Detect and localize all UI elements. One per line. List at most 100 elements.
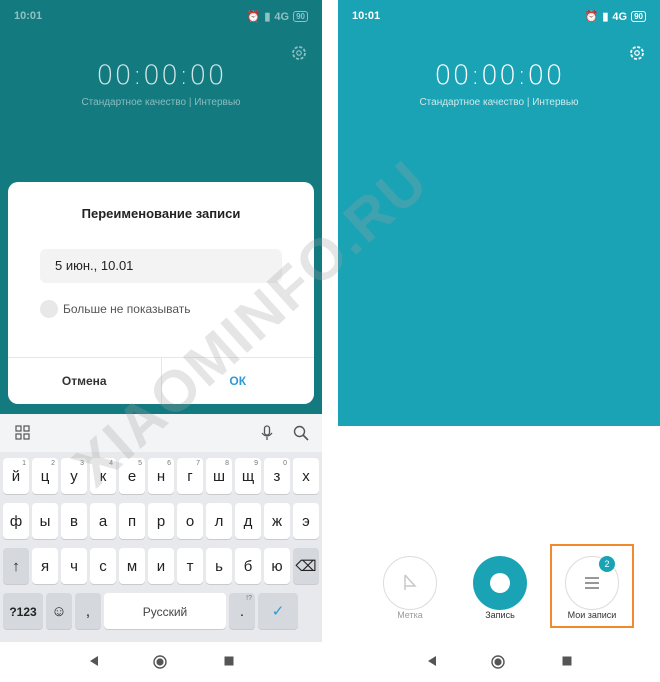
mode-label[interactable]: Интервью	[532, 97, 578, 108]
key-з[interactable]: 0з	[264, 458, 290, 494]
key-т[interactable]: т	[177, 548, 203, 584]
key-о[interactable]: о	[177, 503, 203, 539]
alarm-icon: ⏰	[584, 11, 599, 23]
record-button[interactable]	[473, 556, 527, 610]
flag-icon	[403, 573, 417, 590]
key-label: н	[156, 468, 166, 485]
key-label: ж	[271, 513, 283, 530]
key-ь[interactable]: ь	[206, 548, 232, 584]
key-label: ц	[40, 468, 50, 485]
key-ш[interactable]: 8ш	[206, 458, 232, 494]
back-icon[interactable]	[88, 655, 100, 667]
search-icon[interactable]	[292, 424, 310, 442]
key-label: д	[243, 513, 253, 530]
back-icon[interactable]	[426, 655, 438, 667]
checkbox-label: Больше не показывать	[63, 302, 191, 316]
key-label: ф	[9, 513, 23, 530]
rename-input[interactable]: 5 июн., 10.01	[40, 249, 282, 283]
key-label: л	[214, 513, 224, 530]
recents-icon[interactable]	[561, 655, 573, 667]
home-icon[interactable]	[153, 655, 167, 669]
checkbox-circle-icon[interactable]	[40, 300, 58, 318]
network-label: 4G	[612, 10, 628, 23]
key-label: я	[40, 558, 50, 575]
key-label: х	[302, 468, 310, 485]
key-э[interactable]: э	[293, 503, 319, 539]
key-row-4: ?123 ☺ , Русский !? . ✓	[3, 593, 298, 629]
key-р[interactable]: р	[148, 503, 174, 539]
period-hint: !?	[246, 595, 252, 602]
quality-label[interactable]: Стандартное качество	[419, 97, 524, 108]
quality-label[interactable]: Стандартное качество	[81, 97, 186, 108]
symbols-key[interactable]: ?123	[3, 593, 43, 629]
key-label: ы	[39, 513, 51, 530]
enter-key[interactable]: ✓	[258, 593, 298, 629]
key-label: ч	[70, 558, 78, 575]
key-п[interactable]: п	[119, 503, 145, 539]
key-hint: 8	[225, 460, 229, 467]
navigation-bar	[0, 642, 322, 682]
status-icons: ⏰ ▮ 4G 90	[247, 10, 308, 23]
key-label: з	[273, 468, 281, 485]
key-ф[interactable]: ф	[3, 503, 29, 539]
key-row-1: 1й2ц3у4к5е6н7г8ш9щ0зх	[3, 458, 319, 494]
key-г[interactable]: 7г	[177, 458, 203, 494]
key-label: у	[70, 468, 78, 485]
key-в[interactable]: в	[61, 503, 87, 539]
right-screen: 10:01 ⏰ ▮ 4G 90 00:00:00 Стандартное кач…	[338, 0, 660, 682]
key-label: с	[99, 558, 107, 575]
key-д[interactable]: д	[235, 503, 261, 539]
key-с[interactable]: с	[90, 548, 116, 584]
key-ю[interactable]: ю	[264, 548, 290, 584]
status-icons: ⏰ ▮ 4G 90	[585, 10, 646, 23]
key-и[interactable]: и	[148, 548, 174, 584]
key-label: ь	[215, 558, 223, 575]
quality-line: Стандартное качество | Интервью	[0, 97, 322, 108]
key-л[interactable]: л	[206, 503, 232, 539]
key-label: щ	[241, 468, 255, 485]
home-icon[interactable]	[491, 655, 505, 669]
panel-divider	[322, 0, 338, 682]
key-hint: 7	[196, 460, 200, 467]
key-м[interactable]: м	[119, 548, 145, 584]
key-щ[interactable]: 9щ	[235, 458, 261, 494]
navigation-bar	[338, 642, 660, 682]
key-ж[interactable]: ж	[264, 503, 290, 539]
status-time: 10:01	[14, 10, 43, 22]
mark-button[interactable]	[383, 556, 437, 610]
key-ц[interactable]: 2ц	[32, 458, 58, 494]
period-key[interactable]: !? .	[229, 593, 255, 629]
microphone-icon[interactable]	[258, 424, 276, 442]
signal-icon: ▮	[602, 11, 609, 23]
key-label: и	[156, 558, 166, 575]
grid-icon[interactable]	[14, 424, 32, 442]
mode-label[interactable]: Интервью	[194, 97, 240, 108]
record-label: Запись	[485, 610, 515, 620]
emoji-key[interactable]: ☺	[46, 593, 72, 629]
mark-label: Метка	[397, 610, 423, 620]
status-time: 10:01	[352, 10, 381, 22]
key-х[interactable]: х	[293, 458, 319, 494]
space-key[interactable]: Русский	[104, 593, 226, 629]
key-label: о	[185, 513, 195, 530]
key-б[interactable]: б	[235, 548, 261, 584]
backspace-key[interactable]: ⌫	[293, 548, 319, 584]
key-я[interactable]: я	[32, 548, 58, 584]
key-а[interactable]: а	[90, 503, 116, 539]
key-ы[interactable]: ы	[32, 503, 58, 539]
key-label: б	[243, 558, 253, 575]
key-label: м	[126, 558, 138, 575]
key-label: т	[186, 558, 194, 575]
key-ч[interactable]: ч	[61, 548, 87, 584]
key-й[interactable]: 1й	[3, 458, 29, 494]
key-label: р	[156, 513, 166, 530]
network-label: 4G	[274, 10, 290, 23]
recents-icon[interactable]	[223, 655, 235, 667]
dont-show-again-checkbox[interactable]: Больше не показывать	[40, 300, 191, 318]
key-hint: 9	[254, 460, 258, 467]
shift-key[interactable]: ↑	[3, 548, 29, 584]
keyboard: 1й2ц3у4к5е6н7г8ш9щ0зх фывапролджэ ↑ ячсм…	[0, 414, 322, 650]
key-н[interactable]: 6н	[148, 458, 174, 494]
key-hint: 2	[51, 460, 55, 467]
comma-key[interactable]: ,	[75, 593, 101, 629]
